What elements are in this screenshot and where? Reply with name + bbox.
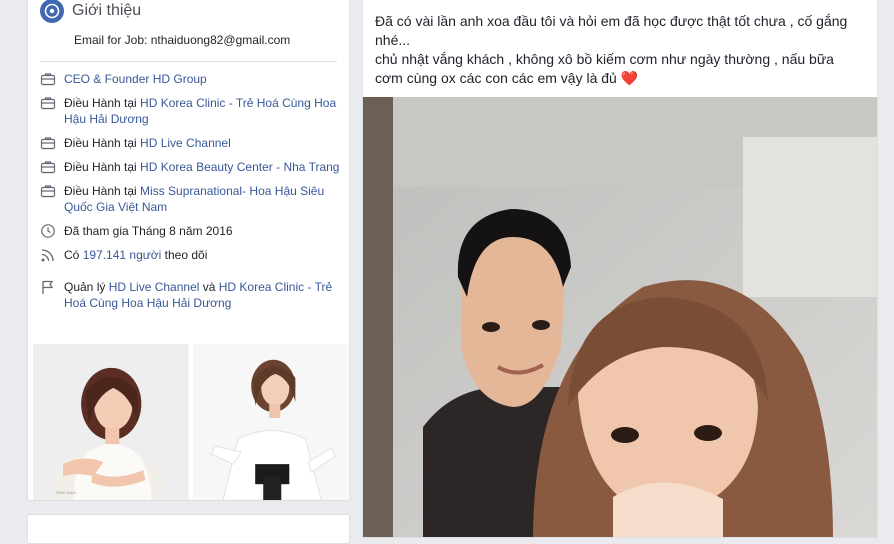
intro-text: Đã tham gia Tháng 8 năm 2016	[64, 224, 233, 238]
intro-row-text: Quản lý HD Live Channel và HD Korea Clin…	[64, 279, 340, 311]
briefcase-icon	[40, 95, 56, 111]
intro-row: Điều Hành tại HD Live Channel	[40, 135, 340, 151]
info-list: CEO & Founder HD Group Điều Hành tại HD K…	[40, 71, 340, 319]
intro-text: Quản lý	[64, 280, 109, 294]
intro-row: Đã tham gia Tháng 8 năm 2016	[40, 223, 340, 239]
svg-text:TRUE ASIA: TRUE ASIA	[55, 490, 76, 495]
intro-row: Có 197.141 người theo dõi	[40, 247, 340, 263]
briefcase-icon	[40, 159, 56, 175]
intro-text: Điều Hành tại	[64, 184, 141, 198]
intro-row-text: Điều Hành tại HD Korea Beauty Center - N…	[64, 159, 340, 175]
photo-woman-sitting[interactable]: TRUE ASIA	[33, 344, 189, 500]
intro-row: Điều Hành tại Miss Supranational- Hoa Hậ…	[40, 183, 340, 215]
clock-icon	[40, 223, 56, 239]
post-line-2-text: chủ nhật vắng khách , không xô bồ kiếm c…	[375, 51, 834, 86]
intro-text: Điều Hành tại	[64, 96, 141, 110]
post-line-1: Đã có vài lần anh xoa đầu tôi và hỏi em …	[375, 13, 848, 48]
briefcase-icon	[40, 135, 56, 151]
intro-row-text: Đã tham gia Tháng 8 năm 2016	[64, 223, 340, 239]
intro-text: Điều Hành tại	[64, 160, 141, 174]
divider	[40, 61, 337, 62]
briefcase-icon	[40, 71, 56, 87]
photo-grid: TRUE ASIA	[33, 344, 348, 500]
post-line-2: chủ nhật vắng khách , không xô bồ kiếm c…	[375, 50, 865, 88]
flag-icon	[40, 279, 56, 295]
intro-row: Quản lý HD Live Channel và HD Korea Clin…	[40, 279, 340, 311]
intro-text: Có	[64, 248, 83, 262]
intro-card: Giới thiệu Email for Job: nthaiduong82@g…	[27, 0, 350, 501]
photo-woman-white-shirt[interactable]	[192, 344, 348, 500]
intro-link[interactable]: CEO & Founder HD Group	[64, 72, 207, 86]
intro-row-text: CEO & Founder HD Group	[64, 71, 340, 87]
email-text: Email for Job: nthaiduong82@gmail.com	[74, 33, 291, 47]
heart-emoji: ❤️	[620, 70, 639, 86]
intro-row: Điều Hành tại HD Korea Beauty Center - N…	[40, 159, 340, 175]
intro-text: và	[199, 280, 219, 294]
intro-link[interactable]: HD Live Channel	[109, 280, 200, 294]
intro-row-text: Điều Hành tại HD Korea Clinic - Trẻ Hoá …	[64, 95, 340, 127]
intro-title: Giới thiệu	[72, 2, 142, 19]
intro-link[interactable]: 197.141 người	[83, 248, 162, 262]
intro-text: Điều Hành tại	[64, 136, 141, 150]
intro-text: theo dõi	[161, 248, 208, 262]
intro-row-text: Điều Hành tại Miss Supranational- Hoa Hậ…	[64, 183, 340, 215]
rss-icon	[40, 247, 56, 263]
intro-link[interactable]: HD Korea Beauty Center - Nha Trang	[140, 160, 339, 174]
globe-icon	[40, 0, 64, 23]
next-card	[27, 514, 350, 544]
post-card: Đã có vài lần anh xoa đầu tôi và hỏi em …	[362, 0, 878, 538]
intro-row-text: Điều Hành tại HD Live Channel	[64, 135, 340, 151]
intro-row: Điều Hành tại HD Korea Clinic - Trẻ Hoá …	[40, 95, 340, 127]
post-text: Đã có vài lần anh xoa đầu tôi và hỏi em …	[375, 12, 865, 88]
intro-link[interactable]: HD Live Channel	[140, 136, 231, 150]
intro-row-text: Có 197.141 người theo dõi	[64, 247, 340, 263]
intro-row: CEO & Founder HD Group	[40, 71, 340, 87]
intro-header: Giới thiệu	[40, 0, 141, 23]
selfie-couple-photo[interactable]	[363, 97, 877, 537]
briefcase-icon	[40, 183, 56, 199]
